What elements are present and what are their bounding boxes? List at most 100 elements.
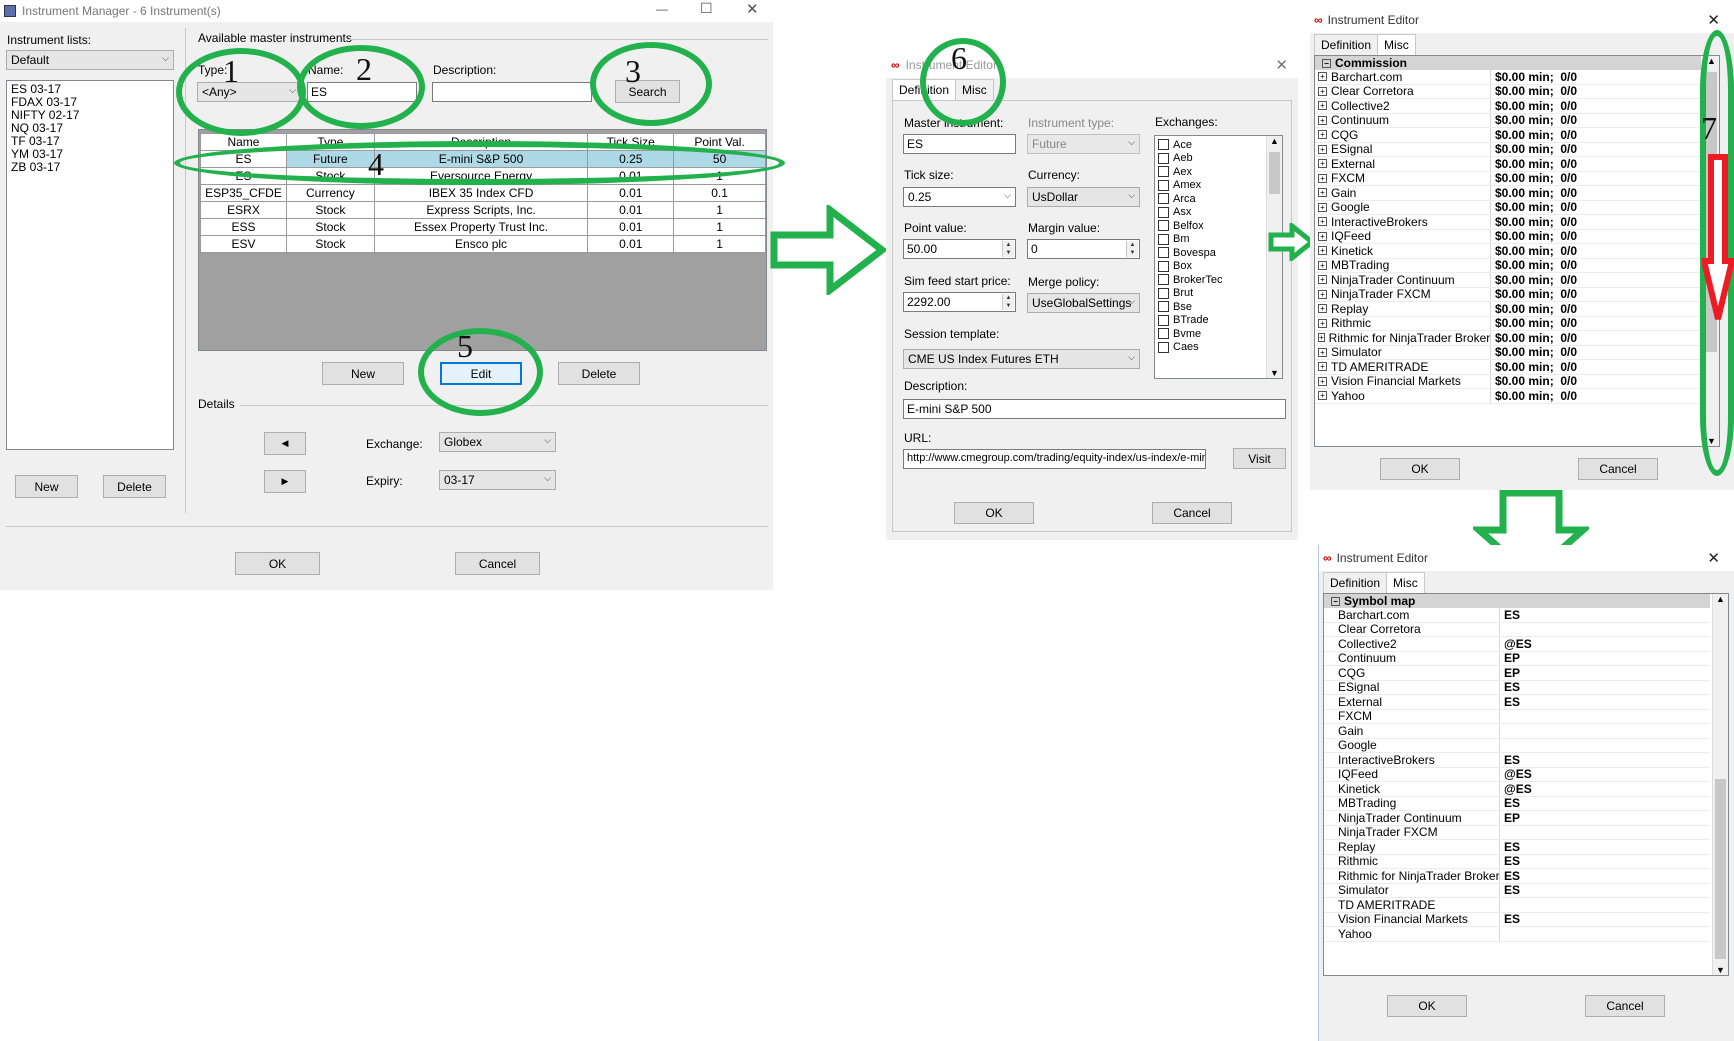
property-row[interactable]: TD AMERITRADE: [1324, 898, 1710, 913]
list-delete-button[interactable]: Delete: [103, 475, 166, 498]
property-row[interactable]: + External $0.00 min; 0/0: [1315, 157, 1701, 172]
property-value[interactable]: ES: [1500, 753, 1520, 767]
property-row[interactable]: + CQG $0.00 min; 0/0: [1315, 128, 1701, 143]
property-row[interactable]: + Replay $0.00 min; 0/0: [1315, 302, 1701, 317]
property-row[interactable]: + Google $0.00 min; 0/0: [1315, 200, 1701, 215]
close-icon[interactable]: ✕: [1275, 56, 1288, 74]
instrument-list-box[interactable]: ES 03-17 FDAX 03-17 NIFTY 02-17 NQ 03-17 TF …: [6, 80, 174, 450]
tab-definition[interactable]: Definition: [1314, 34, 1379, 56]
property-row[interactable]: Rithmic for NinjaTrader BrokerageES: [1324, 869, 1710, 884]
property-row[interactable]: IQFeed @ES: [1324, 767, 1710, 782]
property-value[interactable]: $0.00 min; 0/0: [1491, 302, 1577, 316]
property-value[interactable]: $0.00 min; 0/0: [1491, 374, 1577, 388]
checkbox-icon[interactable]: [1158, 152, 1169, 164]
expand-icon[interactable]: +: [1318, 202, 1327, 212]
exchange-checkbox[interactable]: Bovespa: [1158, 246, 1279, 260]
expand-icon[interactable]: +: [1318, 86, 1327, 96]
next-arrow-button[interactable]: ▶: [264, 470, 306, 493]
editor-ok-button[interactable]: OK: [954, 502, 1034, 524]
symbolmap-property-grid[interactable]: − Symbol map Barchart.com ES Clear Corretor…: [1323, 593, 1729, 976]
property-row[interactable]: Google: [1324, 738, 1710, 753]
grid-delete-button[interactable]: Delete: [558, 362, 640, 385]
checkbox-icon[interactable]: [1158, 139, 1169, 151]
property-row[interactable]: Gain: [1324, 724, 1710, 739]
editor-description-input[interactable]: E-mini S&P 500: [903, 399, 1286, 419]
property-value[interactable]: $0.00 min; 0/0: [1491, 258, 1577, 272]
property-value[interactable]: ES: [1500, 695, 1520, 709]
exchange-checkbox[interactable]: BrokerTec: [1158, 273, 1279, 287]
expand-icon[interactable]: +: [1318, 260, 1327, 270]
exchange-checkbox[interactable]: Aeb: [1158, 152, 1279, 166]
property-row[interactable]: + Clear Corretora $0.00 min; 0/0: [1315, 84, 1701, 99]
exchange-checkbox[interactable]: BTrade: [1158, 314, 1279, 328]
instrument-list-dropdown[interactable]: Default ⌵: [6, 50, 174, 70]
list-new-button[interactable]: New: [15, 475, 78, 498]
property-value[interactable]: $0.00 min; 0/0: [1491, 273, 1577, 287]
expand-icon[interactable]: +: [1318, 246, 1327, 256]
exchange-checkbox[interactable]: Bse: [1158, 300, 1279, 314]
tab-misc[interactable]: Misc: [1377, 34, 1416, 56]
expand-icon[interactable]: +: [1318, 362, 1327, 372]
checkbox-icon[interactable]: [1158, 179, 1169, 191]
property-value[interactable]: $0.00 min; 0/0: [1491, 287, 1577, 301]
property-row[interactable]: Clear Corretora: [1324, 622, 1710, 637]
checkbox-icon[interactable]: [1158, 247, 1169, 259]
property-value[interactable]: $0.00 min; 0/0: [1491, 200, 1577, 214]
expand-icon[interactable]: +: [1318, 318, 1327, 328]
checkbox-icon[interactable]: [1158, 274, 1169, 286]
property-value[interactable]: $0.00 min; 0/0: [1491, 331, 1577, 345]
checkbox-icon[interactable]: [1158, 166, 1169, 178]
property-row[interactable]: External ES: [1324, 695, 1710, 710]
property-row[interactable]: + Gain $0.00 min; 0/0: [1315, 186, 1701, 201]
chevron-up-icon[interactable]: ▲: [1270, 136, 1279, 146]
property-value[interactable]: $0.00 min; 0/0: [1491, 186, 1577, 200]
property-row[interactable]: + Rithmic $0.00 min; 0/0: [1315, 316, 1701, 331]
expand-icon[interactable]: +: [1318, 173, 1327, 183]
editor-cancel-button[interactable]: Cancel: [1152, 502, 1232, 524]
property-row[interactable]: + Simulator $0.00 min; 0/0: [1315, 345, 1701, 360]
tab-misc[interactable]: Misc: [1386, 572, 1425, 594]
expand-icon[interactable]: +: [1318, 304, 1327, 314]
property-row[interactable]: Simulator ES: [1324, 883, 1710, 898]
chevron-up-icon[interactable]: ▲: [1716, 594, 1725, 604]
spinner-icon[interactable]: ▲ ▼: [1002, 241, 1014, 257]
property-value[interactable]: $0.00 min; 0/0: [1491, 389, 1577, 403]
property-value[interactable]: ES: [1500, 883, 1520, 897]
spinner-icon[interactable]: ▲ ▼: [1002, 294, 1014, 310]
property-value[interactable]: $0.00 min; 0/0: [1491, 84, 1577, 98]
exchange-checkbox[interactable]: Ace: [1158, 138, 1279, 152]
property-value[interactable]: $0.00 min; 0/0: [1491, 171, 1577, 185]
expand-icon[interactable]: +: [1318, 231, 1327, 241]
checkbox-icon[interactable]: [1158, 301, 1169, 313]
cancel-button[interactable]: Cancel: [455, 552, 540, 575]
expand-icon[interactable]: +: [1318, 391, 1327, 401]
exchange-dropdown[interactable]: Globex ⌵: [439, 432, 556, 452]
checkbox-icon[interactable]: [1158, 314, 1169, 326]
url-input[interactable]: http://www.cmegroup.com/trading/equity-i…: [903, 449, 1206, 469]
point-value-input[interactable]: 50.00 ▲ ▼: [903, 239, 1016, 259]
expand-icon[interactable]: +: [1318, 289, 1327, 299]
instrument-list-item[interactable]: ZB 03-17: [11, 161, 169, 174]
property-value[interactable]: ES: [1500, 680, 1520, 694]
commission-property-grid[interactable]: − Commission + Barchart.com $0.00 min; 0/0 +…: [1314, 55, 1720, 447]
property-value[interactable]: ES: [1500, 796, 1520, 810]
property-row[interactable]: CQG EP: [1324, 666, 1710, 681]
exchanges-list[interactable]: Ace Aeb Aex Amex Arca Asx Belfox Bm Bovespa Box Br…: [1154, 135, 1283, 379]
property-row[interactable]: + Yahoo $0.00 min; 0/0: [1315, 389, 1701, 404]
checkbox-icon[interactable]: [1158, 233, 1169, 245]
property-value[interactable]: ES: [1500, 869, 1520, 883]
property-row[interactable]: + Collective2 $0.00 min; 0/0: [1315, 99, 1701, 114]
master-instrument-input[interactable]: ES: [903, 134, 1016, 154]
property-row[interactable]: + TD AMERITRADE $0.00 min; 0/0: [1315, 360, 1701, 375]
checkbox-icon[interactable]: [1158, 287, 1169, 299]
checkbox-icon[interactable]: [1158, 206, 1169, 218]
property-value[interactable]: ES: [1500, 912, 1520, 926]
property-row[interactable]: Barchart.com ES: [1324, 608, 1710, 623]
symbolmap-scrollbar[interactable]: ▲ ▼: [1712, 594, 1728, 975]
checkbox-icon[interactable]: [1158, 220, 1169, 232]
property-value[interactable]: EP: [1500, 811, 1520, 825]
property-value[interactable]: ES: [1500, 854, 1520, 868]
description-input[interactable]: [432, 82, 592, 102]
property-row[interactable]: Yahoo: [1324, 927, 1710, 942]
property-value[interactable]: $0.00 min; 0/0: [1491, 142, 1577, 156]
